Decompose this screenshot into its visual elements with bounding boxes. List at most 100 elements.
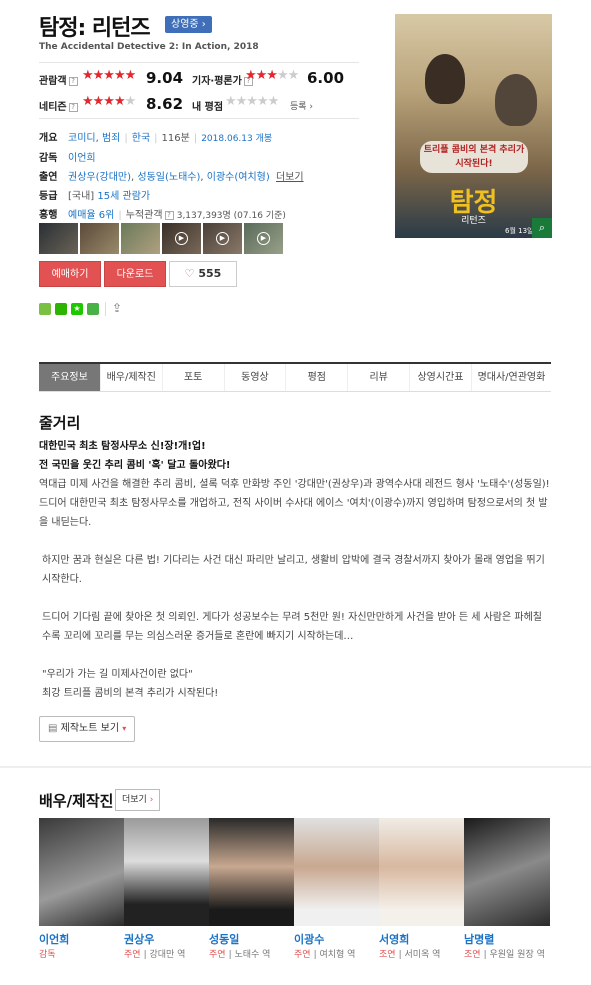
poster-figure xyxy=(495,74,537,126)
video-thumbnail[interactable]: ▶ xyxy=(203,223,242,254)
avatar xyxy=(379,818,465,926)
synopsis-paragraph: 드디어 기다림 끝에 찾아온 첫 의뢰인. 게다가 성공보수는 무려 5천만 원… xyxy=(42,612,542,642)
still-thumbnail[interactable] xyxy=(121,223,160,254)
netizen-rating-label: 네티즌? xyxy=(39,98,78,113)
avatar xyxy=(124,818,210,926)
like-button[interactable]: ♡ 555 xyxy=(169,261,237,287)
chevron-right-icon: › xyxy=(201,19,206,30)
critic-rating-label: 기자·평론가? xyxy=(192,72,253,87)
line-share-icon[interactable] xyxy=(55,303,67,315)
director-label: 감독 xyxy=(39,153,58,164)
section-divider xyxy=(0,766,591,768)
cast-card[interactable]: 권상우 주연 | 강대만 역 xyxy=(124,818,210,962)
cast-card[interactable]: 서영희 조연 | 서미옥 역 xyxy=(379,818,465,962)
my-rating-label: 내 평점 xyxy=(192,102,224,113)
cast-role: 조연 | 우원일 원장 역 xyxy=(464,950,545,960)
avatar xyxy=(464,818,550,926)
reserve-button[interactable]: 예매하기 xyxy=(39,261,101,287)
movie-poster[interactable]: 트리플 콤비의 본격 추리가 시작된다! 탐정 리턴즈 6월 13일 ⌕ xyxy=(395,14,552,238)
cast-link[interactable]: 성동일(노태수) xyxy=(137,172,200,183)
poster-banner: 트리플 콤비의 본격 추리가 시작된다! xyxy=(420,141,528,173)
tab-rating[interactable]: 평점 xyxy=(286,364,349,391)
status-badge-label: 상영중 xyxy=(171,19,199,30)
overview-row: 코미디, 범죄 | 한국 | 116분 | 2018.06.13 개봉 xyxy=(68,133,273,144)
chevron-right-icon: › xyxy=(149,795,154,805)
video-thumbnail[interactable]: ▶ xyxy=(244,223,283,254)
help-icon[interactable]: ? xyxy=(68,102,78,112)
synopsis-body: 대한민국 최초 탐정사무소 신!장!개!업! 전 국민을 웃긴 추리 콤비 '혹… xyxy=(39,437,551,532)
audience-score: 9.04 xyxy=(146,69,184,87)
cast-name[interactable]: 이광수 xyxy=(294,931,380,947)
cast-card[interactable]: 남명렬 조연 | 우원일 원장 역 xyxy=(464,818,550,962)
play-icon: ▶ xyxy=(257,232,270,245)
grade-row: [국내] 15세 관람가 xyxy=(68,191,151,202)
cast-card[interactable]: 성동일 주연 | 노태수 역 xyxy=(209,818,295,962)
country-link[interactable]: 한국 xyxy=(132,133,150,144)
avatar xyxy=(294,818,380,926)
cast-more-button[interactable]: 더보기 › xyxy=(115,789,161,811)
overview-label: 개요 xyxy=(39,133,58,144)
director-link[interactable]: 이언희 xyxy=(68,153,96,164)
zoom-icon[interactable]: ⌕ xyxy=(532,218,552,238)
status-badge[interactable]: 상영중 › xyxy=(165,16,212,33)
critic-stars: ★★★★★ xyxy=(245,68,299,83)
cast-card[interactable]: 이광수 주연 | 여치형 역 xyxy=(294,818,380,962)
help-icon[interactable]: ? xyxy=(68,76,78,86)
bookmark-share-icon[interactable]: ★ xyxy=(71,303,83,315)
audience-stars: ★★★★★ xyxy=(82,68,136,83)
help-icon[interactable]: ? xyxy=(164,210,174,220)
cast-more-link[interactable]: 더보기 xyxy=(276,172,304,183)
cast-name[interactable]: 남명렬 xyxy=(464,931,550,947)
cast-role: 주연 | 여치형 역 xyxy=(294,950,356,960)
grade-link[interactable]: 15세 관람가 xyxy=(97,191,150,202)
cast-name[interactable]: 서영희 xyxy=(379,931,465,947)
caret-down-icon: ▾ xyxy=(122,724,127,733)
netizen-stars: ★★★★★ xyxy=(82,94,136,109)
poster-date: 6월 13일 xyxy=(505,227,534,235)
cast-name[interactable]: 권상우 xyxy=(124,931,210,947)
register-rating-link[interactable]: 등록 › xyxy=(290,99,313,112)
share-icon[interactable]: ⇪ xyxy=(112,301,122,315)
cast-row: 권상우(강대만), 성동일(노태수), 이광수(여치형) 더보기 xyxy=(68,172,304,183)
my-rating-stars[interactable]: ★★★★★ xyxy=(225,94,279,109)
synopsis-paragraph: 역대급 미제 사건을 해결한 추리 콤비, 셜록 덕후 만화방 주인 '강대만'… xyxy=(39,479,550,528)
tab-video[interactable]: 동영상 xyxy=(225,364,287,391)
cast-role: 주연 | 강대만 역 xyxy=(124,950,186,960)
cast-name[interactable]: 성동일 xyxy=(209,931,295,947)
synopsis-tagline: 대한민국 최초 탐정사무소 신!장!개!업! xyxy=(39,441,206,452)
release-date-link[interactable]: 2018.06.13 개봉 xyxy=(201,134,272,144)
cast-link[interactable]: 권상우(강대만) xyxy=(68,172,131,183)
production-note-button[interactable]: ▤ 제작노트 보기 ▾ xyxy=(39,716,136,742)
still-thumbnail[interactable] xyxy=(39,223,78,254)
reservation-rank-link[interactable]: 예매율 6위 xyxy=(68,210,114,221)
tab-main-info[interactable]: 주요정보 xyxy=(39,364,101,391)
tab-showtimes[interactable]: 상영시간표 xyxy=(410,364,472,391)
cast-card[interactable]: 이언희 감독 xyxy=(39,818,125,962)
play-icon: ▶ xyxy=(216,232,229,245)
cast-role: 감독 xyxy=(39,950,56,960)
genre-link[interactable]: 범죄 xyxy=(102,133,120,144)
tab-photo[interactable]: 포토 xyxy=(163,364,225,391)
heart-icon: ♡ xyxy=(184,267,195,280)
cast-name[interactable]: 이언희 xyxy=(39,931,125,947)
play-icon: ▶ xyxy=(175,232,188,245)
grade-label: 등급 xyxy=(39,191,58,202)
tab-quotes[interactable]: 명대사/연관영화 xyxy=(472,364,551,391)
cast-role: 주연 | 노태수 역 xyxy=(209,950,271,960)
poster-figure xyxy=(425,54,465,104)
box-office-row: 예매율 6위 | 누적관객? 3,137,393명 (07.16 기준) xyxy=(68,210,286,221)
genre-link[interactable]: 코미디 xyxy=(68,133,96,144)
runtime: 116분 xyxy=(161,133,190,144)
tab-review[interactable]: 리뷰 xyxy=(348,364,411,391)
tab-bar: 주요정보 배우/제작진 포토 동영상 평점 리뷰 상영시간표 명대사/연관영화 xyxy=(39,362,551,392)
cast-role: 조연 | 서미옥 역 xyxy=(379,950,441,960)
tab-cast[interactable]: 배우/제작진 xyxy=(101,364,163,391)
blog-share-icon[interactable] xyxy=(39,303,51,315)
divider xyxy=(39,62,359,63)
video-thumbnail[interactable]: ▶ xyxy=(162,223,201,254)
download-button[interactable]: 다운로드 xyxy=(104,261,166,287)
cast-link[interactable]: 이광수(여치형) xyxy=(207,172,270,183)
director-row: 이언희 xyxy=(68,149,96,164)
band-share-icon[interactable] xyxy=(87,303,99,315)
still-thumbnail[interactable] xyxy=(80,223,119,254)
